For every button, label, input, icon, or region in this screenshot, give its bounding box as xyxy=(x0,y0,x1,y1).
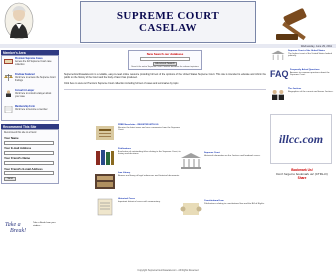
right-item-desc: The highest court of the United States f… xyxy=(288,52,333,58)
send-button[interactable]: Send xyxy=(4,177,16,182)
courthouse-icon xyxy=(271,50,285,60)
intro-text: SupremeCourtCaselaw.com is a reliable, e… xyxy=(64,73,266,80)
right-item-faq[interactable]: FAQ Frequently Asked Questions Answers to… xyxy=(270,69,334,85)
right-column: Supreme Court of the United States The hi… xyxy=(270,50,334,180)
recommend-desc: Recommend this site to a friend xyxy=(4,132,37,134)
take-a-break-icon[interactable]: Take a Break! xyxy=(4,218,32,234)
menu-item-findlaw[interactable]: FindLaw Featured Click here to access the… xyxy=(2,72,58,88)
left-column: Member's Area Premium Supreme Cases Acces… xyxy=(1,50,59,185)
footer: Copyright SupremeCourtCaselaw.com - All … xyxy=(137,270,199,272)
search-input[interactable] xyxy=(140,57,190,61)
right-item-justices[interactable]: The Justices Biographies of the current a… xyxy=(270,88,334,104)
feature-desc: A selection of outstanding titles relati… xyxy=(118,150,181,156)
your-email-input[interactable] xyxy=(4,150,54,155)
faq-label: FAQ xyxy=(270,69,289,79)
menu-item-premium-cases[interactable]: Premium Supreme Cases Access the full Sup… xyxy=(2,56,58,72)
friend-email-label: Your Friend's E-mail Address xyxy=(4,166,43,171)
washington-portrait-icon xyxy=(4,2,34,40)
feature-desc: Important historical cases with commenta… xyxy=(118,200,161,203)
feature-desc: Receive the latest news and case summari… xyxy=(118,126,181,132)
search-note: Search the entire Supreme Court Caselaw … xyxy=(131,66,199,68)
book-icon xyxy=(4,59,13,64)
banner-title-line1: SUPREME COURT xyxy=(116,10,220,22)
recommend-form: Recommend this site to a friend Your Nam… xyxy=(1,129,59,185)
feature-constitutional-law[interactable]: Constitutional Law Publications relating … xyxy=(180,200,268,218)
take-break-caption: Take a Break from your studies... xyxy=(33,222,56,227)
site-banner[interactable]: SUPREME COURT CASELAW xyxy=(80,1,256,43)
library-icon xyxy=(95,174,115,189)
feature-desc: Publications relating to constitutional … xyxy=(204,202,265,205)
courthouse-icon xyxy=(181,153,201,169)
feature-publications[interactable]: Publications A selection of outstanding t… xyxy=(94,148,182,166)
ad-banner[interactable]: illcc.com xyxy=(270,114,332,164)
search-title: New Search our database xyxy=(146,52,184,56)
ad-text: illcc.com xyxy=(278,131,324,146)
your-email-label: Your E-mail Address xyxy=(4,146,32,151)
lawyer-icon xyxy=(6,90,11,97)
menu-item-desc: Click here to consult a lawyer about you… xyxy=(15,92,52,98)
menu-item-membership-form[interactable]: Membership Form Click here to become a me… xyxy=(2,104,58,120)
newsletter-icon xyxy=(96,126,114,140)
your-name-label: Your Name xyxy=(4,136,19,141)
menu-item-consult-lawyer[interactable]: Consult A Lawyer Click here to consult a … xyxy=(2,88,58,104)
svg-text:Break!: Break! xyxy=(10,228,26,234)
main-content: New Search our database Advanced Search … xyxy=(64,50,266,94)
books-icon xyxy=(96,150,114,165)
share-button[interactable]: Share xyxy=(270,176,334,180)
feature-desc: Browse our library of legal references a… xyxy=(118,174,180,177)
justices-icon xyxy=(272,90,284,100)
document-icon xyxy=(97,198,113,216)
friend-email-input[interactable] xyxy=(4,171,54,176)
gavel-icon xyxy=(276,8,307,41)
divider xyxy=(64,89,266,91)
friend-name-input[interactable] xyxy=(4,161,54,166)
feature-desc: Historical information on the Justices a… xyxy=(204,154,261,157)
feature-law-library[interactable]: Law Library Browse our library of legal r… xyxy=(94,172,182,190)
members-menu: Premium Supreme Cases Access the full Sup… xyxy=(1,55,59,121)
scales-icon xyxy=(4,74,13,81)
right-item-desc: Biographies of the current and former Ju… xyxy=(288,90,334,93)
banner-title-line2: CASELAW xyxy=(139,22,197,34)
right-item-supreme-court[interactable]: Supreme Court of the United States The hi… xyxy=(270,50,334,66)
menu-item-desc: Access the full Supreme Court case colle… xyxy=(15,60,52,66)
friend-name-label: Your Friend's Name xyxy=(4,156,31,161)
feature-supreme-court[interactable]: Supreme Court Historical information on t… xyxy=(180,152,268,170)
menu-item-desc: Click here to access the Supreme Court f… xyxy=(15,76,56,82)
intro-text-2: Click here to view our Premium Supreme C… xyxy=(64,82,180,86)
form-icon xyxy=(4,106,13,113)
current-date: Wednesday, June 29, 2011 xyxy=(300,45,332,48)
feature-historical-cases[interactable]: Historical Cases Important historical cas… xyxy=(94,198,182,216)
scroll-icon xyxy=(180,203,202,215)
top-bar xyxy=(0,44,336,48)
menu-item-desc: Click here to become a member xyxy=(15,108,48,111)
right-item-desc: Answers to common questions about the Su… xyxy=(290,71,330,77)
feature-newsletter[interactable]: FREE Newsletter - REGISTER WITH US Receiv… xyxy=(94,124,182,142)
your-name-input[interactable] xyxy=(4,140,54,145)
bookmark-section: Bookmark Us! Don't forget to bookmark us… xyxy=(270,168,334,180)
page: SUPREME COURT CASELAW Wednesday, June 29… xyxy=(0,0,336,280)
search-box: New Search our database Advanced Search … xyxy=(128,50,202,70)
